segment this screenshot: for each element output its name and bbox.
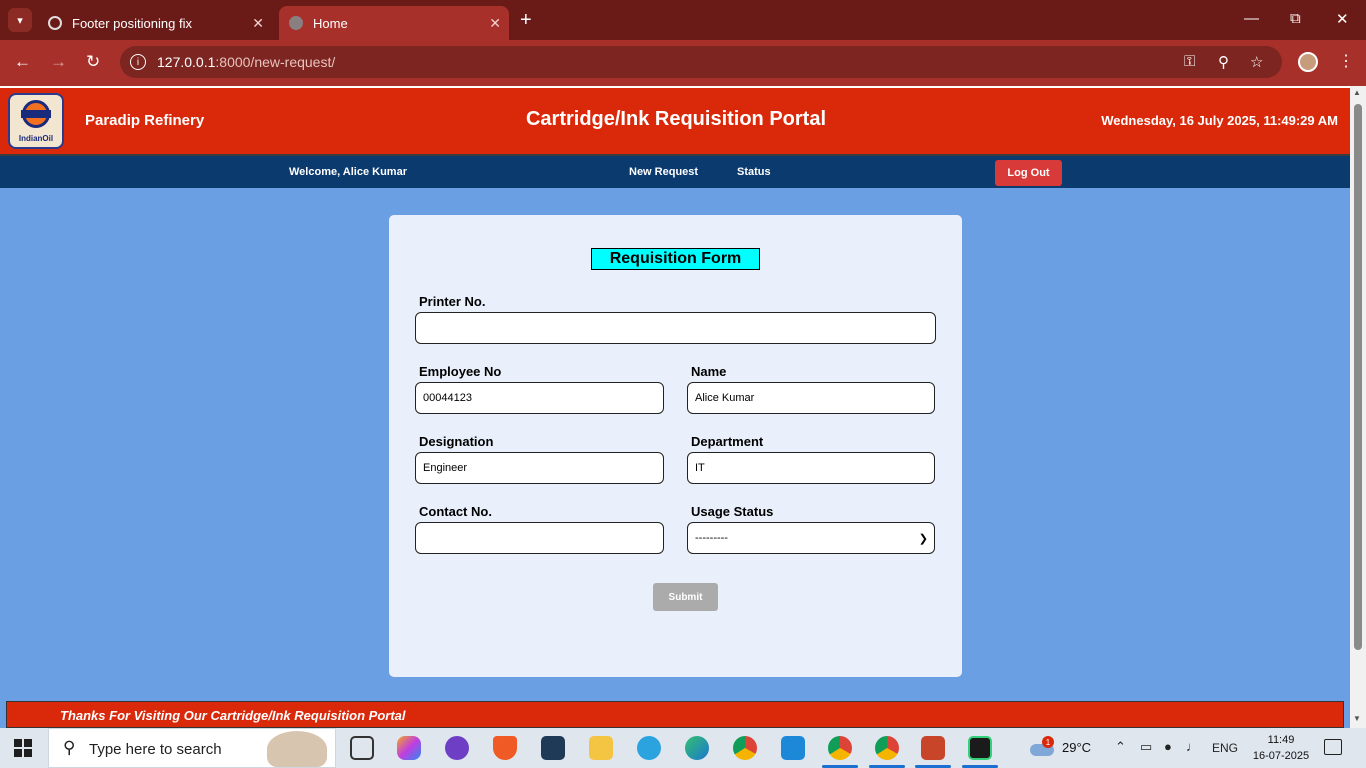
restore-icon[interactable]: ⧉	[1290, 10, 1301, 27]
close-icon[interactable]: ✕	[252, 15, 264, 32]
profile-avatar[interactable]	[1298, 52, 1318, 72]
browser-toolbar: ← → ↻ i 127.0.0.1:8000/new-request/ ⚿ ⚲ …	[0, 40, 1366, 86]
bookmark-star-icon[interactable]: ☆	[1250, 53, 1263, 71]
task-view-icon[interactable]	[350, 736, 374, 760]
employee-no-input[interactable]: 00044123	[415, 382, 664, 414]
tab-search-button[interactable]: ▾	[8, 8, 32, 32]
windows-start-icon[interactable]	[14, 739, 32, 757]
battery-icon[interactable]: ▭	[1140, 739, 1152, 755]
taskbar-clock[interactable]: 11:49 16-07-2025	[1246, 732, 1316, 764]
site-info-icon[interactable]: i	[130, 54, 146, 70]
logout-button[interactable]: Log Out	[995, 160, 1062, 186]
edge-icon[interactable]	[685, 736, 709, 760]
address-bar[interactable]: i 127.0.0.1:8000/new-request/ ⚿ ⚲ ☆	[120, 46, 1282, 78]
url-text[interactable]: 127.0.0.1:8000/new-request/	[157, 54, 335, 70]
wifi-icon[interactable]: ●	[1164, 739, 1172, 754]
site-footer: Thanks For Visiting Our Cartridge/Ink Re…	[6, 701, 1344, 728]
tab-home[interactable]: Home ✕	[279, 6, 509, 40]
password-key-icon[interactable]: ⚿	[1184, 53, 1195, 70]
site-header: IndianOil Paradip Refinery Cartridge/Ink…	[0, 86, 1350, 156]
tab-title: Home	[313, 15, 348, 31]
scroll-down-icon[interactable]: ▼	[1353, 714, 1361, 723]
chevron-down-icon: ❯	[918, 533, 928, 545]
back-icon[interactable]: ←	[14, 52, 31, 72]
new-tab-button[interactable]: +	[520, 9, 532, 32]
temperature[interactable]: 29°C	[1062, 740, 1091, 755]
name-input[interactable]: Alice Kumar	[687, 382, 935, 414]
designation-input[interactable]: Engineer	[415, 452, 664, 484]
menu-icon[interactable]: ⋮	[1338, 51, 1354, 71]
page-scrollbar[interactable]: ▲ ▼	[1350, 86, 1366, 728]
chevron-up-icon[interactable]: ⌃	[1115, 739, 1126, 755]
department-input[interactable]: IT	[687, 452, 935, 484]
vscode-icon[interactable]	[781, 736, 805, 760]
search-placeholder: Type here to search	[89, 741, 222, 758]
weather-badge: 1	[1042, 736, 1054, 748]
welcome-text: Welcome, Alice Kumar	[289, 166, 407, 178]
powerpoint-icon[interactable]	[921, 736, 945, 760]
printer-no-label: Printer No.	[419, 294, 486, 309]
search-highlight-image	[267, 731, 327, 767]
weather-widget[interactable]: 1	[1030, 736, 1056, 758]
taskbar-search[interactable]: ⚲ Type here to search	[48, 728, 336, 768]
nav-status[interactable]: Status	[737, 166, 771, 178]
chrome-profile-2-icon[interactable]	[875, 736, 899, 760]
forward-icon[interactable]: →	[50, 52, 67, 72]
chatgpt-icon	[48, 16, 62, 30]
tab-footer-positioning[interactable]: Footer positioning fix ✕	[38, 6, 272, 40]
contact-no-label: Contact No.	[419, 504, 492, 519]
window-close-icon[interactable]: ✕	[1336, 10, 1349, 28]
usage-status-selected: ---------	[695, 532, 728, 544]
tab-title: Footer positioning fix	[72, 15, 192, 31]
contact-no-input[interactable]	[415, 522, 664, 554]
nav-new-request[interactable]: New Request	[629, 166, 698, 178]
close-icon[interactable]: ✕	[489, 15, 501, 32]
scroll-thumb[interactable]	[1354, 104, 1362, 650]
web-page: IndianOil Paradip Refinery Cartridge/Ink…	[0, 86, 1350, 728]
telegram-icon[interactable]	[637, 736, 661, 760]
taskbar: ⚲ Type here to search 1 29°C ⌃ ▭ ● ♩ ENG…	[0, 728, 1366, 768]
search-icon: ⚲	[63, 738, 76, 757]
scroll-up-icon[interactable]: ▲	[1353, 88, 1361, 97]
nav-bar: Welcome, Alice Kumar New Request Status …	[0, 156, 1350, 188]
designation-label: Designation	[419, 434, 494, 449]
browser-tab-bar: ▾ Footer positioning fix ✕ Home ✕ + — ⧉ …	[0, 0, 1366, 40]
footer-text: Thanks For Visiting Our Cartridge/Ink Re…	[60, 708, 406, 723]
pycharm-icon[interactable]	[968, 736, 992, 760]
volume-icon[interactable]: ♩	[1186, 739, 1199, 754]
printer-no-input[interactable]	[415, 312, 936, 344]
chrome-profile-icon[interactable]	[828, 736, 852, 760]
copilot-icon[interactable]	[397, 736, 421, 760]
zoom-icon[interactable]: ⚲	[1218, 53, 1229, 71]
brave-icon[interactable]	[493, 736, 517, 760]
notification-icon[interactable]	[1324, 739, 1342, 755]
name-label: Name	[691, 364, 727, 379]
file-explorer-icon[interactable]	[589, 736, 613, 760]
usage-status-label: Usage Status	[691, 504, 774, 519]
language-indicator[interactable]: ENG	[1212, 741, 1238, 755]
minimize-icon[interactable]: —	[1244, 10, 1259, 27]
reload-icon[interactable]: ↻	[86, 52, 100, 72]
requisition-form-card: Requisition Form Printer No. Employee No…	[389, 215, 962, 677]
department-label: Department	[691, 434, 764, 449]
employee-no-label: Employee No	[419, 364, 502, 379]
chrome-icon[interactable]	[733, 736, 757, 760]
form-title: Requisition Form	[591, 248, 760, 270]
usage-status-select[interactable]: --------- ❯	[687, 522, 935, 554]
clock-date: 16-07-2025	[1252, 750, 1310, 762]
submit-button[interactable]: Submit	[653, 583, 718, 611]
globe-icon	[289, 16, 303, 30]
github-icon[interactable]	[445, 736, 469, 760]
current-datetime: Wednesday, 16 July 2025, 11:49:29 AM	[1101, 113, 1338, 128]
prime-video-icon[interactable]	[541, 736, 565, 760]
clock-time: 11:49	[1267, 734, 1295, 746]
